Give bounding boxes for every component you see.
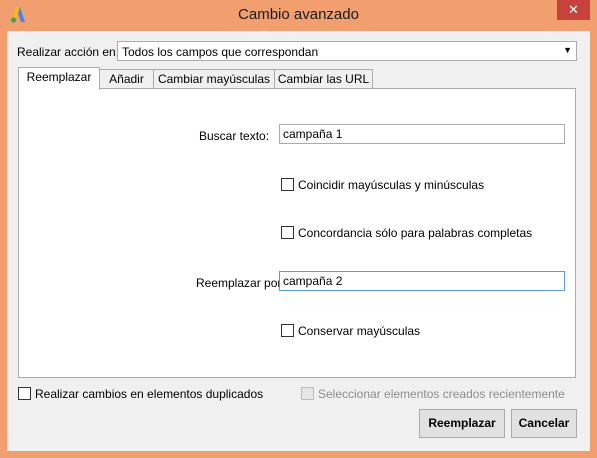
replace-tab-panel: Buscar texto: campaña 1 Coincidir mayúsc… (18, 88, 576, 378)
recent-items-label: Seleccionar elementos creados recienteme… (318, 387, 565, 401)
replace-button[interactable]: Reemplazar (419, 409, 505, 438)
cancel-button[interactable]: Cancelar (511, 409, 577, 438)
close-button[interactable]: ✕ (557, 0, 590, 20)
action-select[interactable]: Todos los campos que correspondan ▼ (117, 41, 577, 61)
dialog-window: Cambio avanzado ✕ Realizar acción en: To… (0, 0, 597, 458)
whole-words-label: Concordancia sólo para palabras completa… (298, 226, 533, 240)
recent-items-checkbox (301, 387, 314, 400)
search-text-input[interactable]: campaña 1 (279, 124, 565, 144)
tab-cambiar-urls[interactable]: Cambiar las URL (274, 69, 373, 89)
action-select-value: Todos los campos que correspondan (122, 45, 319, 59)
close-icon: ✕ (568, 2, 579, 17)
replace-with-input[interactable]: campaña 2 (279, 271, 565, 291)
keep-case-checkbox[interactable] (281, 324, 294, 337)
match-case-checkbox[interactable] (281, 178, 294, 191)
tab-cambiar-mayusculas[interactable]: Cambiar mayúsculas (153, 69, 275, 89)
tab-anadir[interactable]: Añadir (99, 69, 154, 89)
replace-with-label: Reemplazar por: (196, 276, 285, 290)
duplicates-checkbox[interactable] (18, 387, 31, 400)
keep-case-label: Conservar mayúsculas (298, 324, 421, 338)
dialog-body: Realizar acción en: Todos los campos que… (7, 31, 590, 451)
window-title: Cambio avanzado (238, 6, 359, 23)
title-bar[interactable]: Cambio avanzado ✕ (0, 0, 597, 32)
duplicates-label: Realizar cambios en elementos duplicados (35, 387, 264, 401)
match-case-label: Coincidir mayúsculas y minúsculas (298, 178, 485, 192)
tab-reemplazar[interactable]: Reemplazar (18, 67, 100, 90)
whole-words-checkbox[interactable] (281, 226, 294, 239)
search-text-label: Buscar texto: (199, 129, 270, 143)
chevron-down-icon: ▼ (563, 45, 572, 55)
action-label: Realizar acción en: (17, 45, 120, 59)
